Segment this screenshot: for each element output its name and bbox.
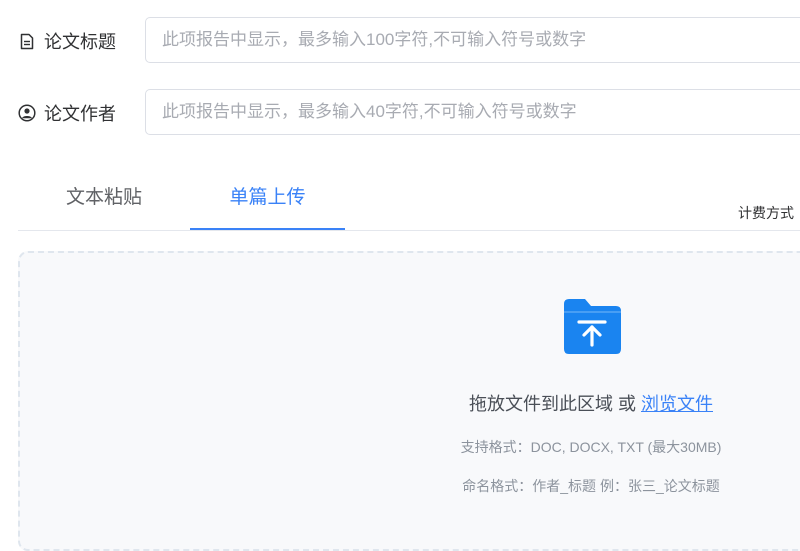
folder-upload-icon[interactable] <box>561 297 623 355</box>
title-label-group: 论文标题 <box>18 17 116 65</box>
document-icon <box>18 32 36 50</box>
author-label-group: 论文作者 <box>18 89 116 137</box>
title-label: 论文标题 <box>44 32 116 52</box>
drop-text: 拖放文件到此区域 或 <box>468 394 641 414</box>
title-field-row: 论文标题 <box>0 17 800 65</box>
author-label: 论文作者 <box>44 104 116 124</box>
author-input[interactable] <box>145 89 800 135</box>
supported-formats-hint: 支持格式：DOC, DOCX, TXT (最大30MB) <box>460 439 722 455</box>
tab-text-paste[interactable]: 文本粘贴 <box>18 160 190 230</box>
billing-method-label[interactable]: 计费方式 <box>738 203 794 223</box>
tab-single-upload[interactable]: 单篇上传 <box>190 160 345 230</box>
title-input[interactable] <box>145 17 800 63</box>
naming-format-hint: 命名格式：作者_标题 例：张三_论文标题 <box>462 478 720 494</box>
user-circle-icon <box>18 104 36 122</box>
active-tab-indicator <box>190 228 345 230</box>
drop-instructions: 拖放文件到此区域 或 浏览文件 <box>400 390 782 416</box>
upload-mode-tabs: 文本粘贴 单篇上传 <box>18 160 800 231</box>
author-field-row: 论文作者 <box>0 89 800 137</box>
browse-files-link[interactable]: 浏览文件 <box>641 394 713 414</box>
